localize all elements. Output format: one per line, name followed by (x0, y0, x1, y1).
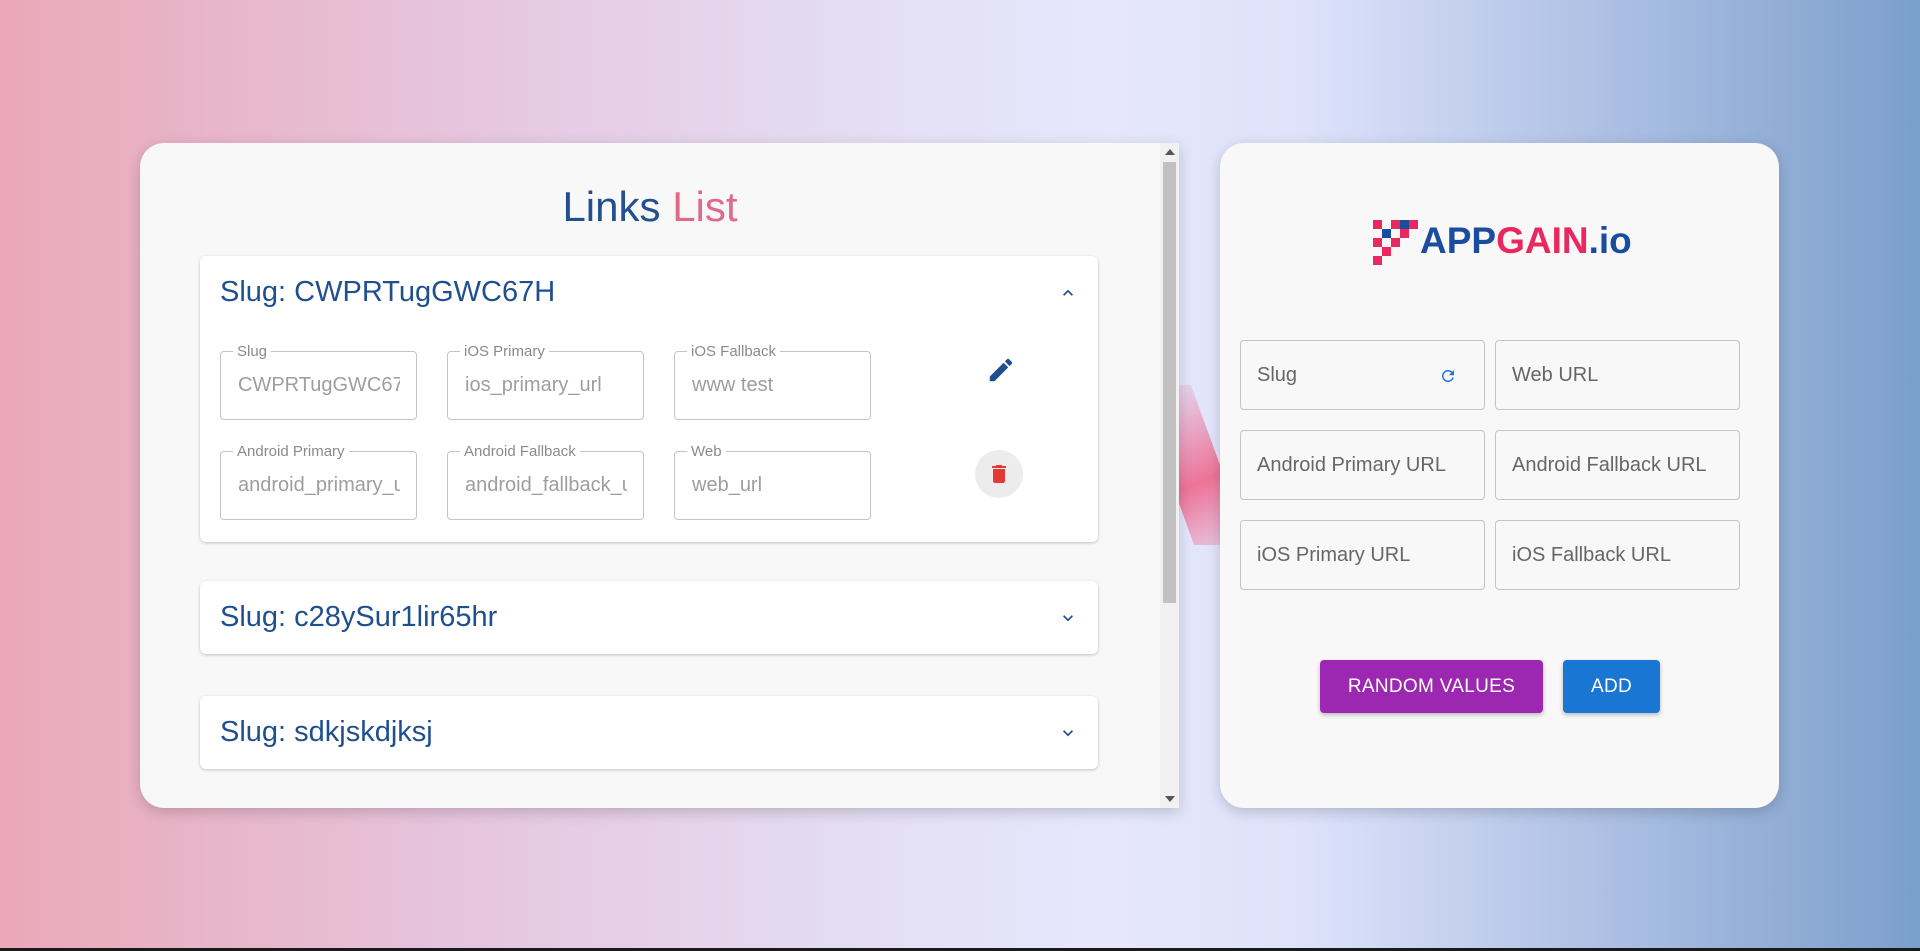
slug-title: Slug: CWPRTugGWC67H (220, 276, 556, 308)
chevron-down-icon[interactable] (1058, 723, 1078, 743)
refresh-icon[interactable] (1439, 367, 1457, 385)
field-value: android_primary_url (238, 474, 400, 496)
field-value: web_url (692, 474, 763, 496)
random-values-button[interactable]: RANDOM VALUES (1320, 660, 1543, 713)
field-label: Slug (233, 343, 272, 360)
title-list: List (672, 183, 738, 230)
title-links: Links (562, 183, 661, 230)
scrollbar-thumb[interactable] (1163, 162, 1176, 603)
field-value: android_fallback_url (465, 474, 627, 496)
delete-button[interactable] (975, 450, 1023, 498)
links-list-scroll-area[interactable]: Links List Slug: CWPRTugGWC67H Slug CWPR… (140, 143, 1160, 808)
input-placeholder: Slug (1257, 364, 1298, 386)
input-placeholder: Web URL (1512, 364, 1599, 386)
slug-field[interactable]: Slug CWPRTugGWC67H (220, 343, 417, 420)
ios-fallback-field[interactable]: iOS Fallback www test (674, 343, 871, 420)
appgain-logo-icon (1373, 220, 1418, 265)
android-fallback-url-input[interactable]: Android Fallback URL (1495, 430, 1740, 500)
scroll-up-arrow-icon[interactable] (1165, 149, 1175, 155)
field-label: Android Fallback (460, 443, 580, 460)
links-list-panel: Links List Slug: CWPRTugGWC67H Slug CWPR… (140, 143, 1179, 808)
field-label: Web (687, 443, 726, 460)
scrollbar[interactable] (1160, 143, 1179, 808)
chevron-up-icon[interactable] (1058, 283, 1078, 303)
field-value: www test (692, 374, 774, 396)
chevron-down-icon[interactable] (1058, 608, 1078, 628)
android-primary-url-input[interactable]: Android Primary URL (1240, 430, 1485, 500)
add-link-panel: APPGAIN.io Slug Web URL Android Primary … (1220, 143, 1779, 808)
input-placeholder: Android Primary URL (1257, 454, 1446, 476)
page-title: Links List (140, 183, 1160, 231)
accordion-header[interactable]: Slug: CWPRTugGWC67H (200, 256, 1098, 330)
input-placeholder: iOS Fallback URL (1512, 544, 1671, 566)
link-accordion[interactable]: Slug: sdkjskdjksj (200, 696, 1098, 769)
ios-fallback-url-input[interactable]: iOS Fallback URL (1495, 520, 1740, 590)
field-value: CWPRTugGWC67H (238, 374, 400, 396)
android-primary-field[interactable]: Android Primary android_primary_url (220, 443, 417, 520)
field-label: Android Primary (233, 443, 349, 460)
android-fallback-field[interactable]: Android Fallback android_fallback_url (447, 443, 644, 520)
link-accordion[interactable]: Slug: c28ySur1lir65hr (200, 581, 1098, 654)
link-accordion-expanded: Slug: CWPRTugGWC67H Slug CWPRTugGWC67H i… (200, 256, 1098, 542)
web-field[interactable]: Web web_url (674, 443, 871, 520)
logo-text: APPGAIN.io (1420, 220, 1632, 261)
input-placeholder: Android Fallback URL (1512, 454, 1707, 476)
field-value: ios_primary_url (465, 374, 602, 396)
field-label: iOS Fallback (687, 343, 781, 360)
ios-primary-field[interactable]: iOS Primary ios_primary_url (447, 343, 644, 420)
appgain-logo: APPGAIN.io (1373, 217, 1633, 265)
delete-icon (992, 465, 1006, 483)
edit-button[interactable] (986, 355, 1016, 385)
ios-primary-url-input[interactable]: iOS Primary URL (1240, 520, 1485, 590)
input-placeholder: iOS Primary URL (1257, 544, 1411, 566)
web-url-input[interactable]: Web URL (1495, 340, 1740, 410)
field-label: iOS Primary (460, 343, 549, 360)
edit-icon (989, 358, 1013, 382)
slug-title: Slug: c28ySur1lir65hr (220, 601, 498, 633)
add-button[interactable]: ADD (1563, 660, 1660, 713)
slug-input[interactable]: Slug (1240, 340, 1485, 410)
slug-title: Slug: sdkjskdjksj (220, 716, 433, 748)
scroll-down-arrow-icon[interactable] (1165, 796, 1175, 802)
